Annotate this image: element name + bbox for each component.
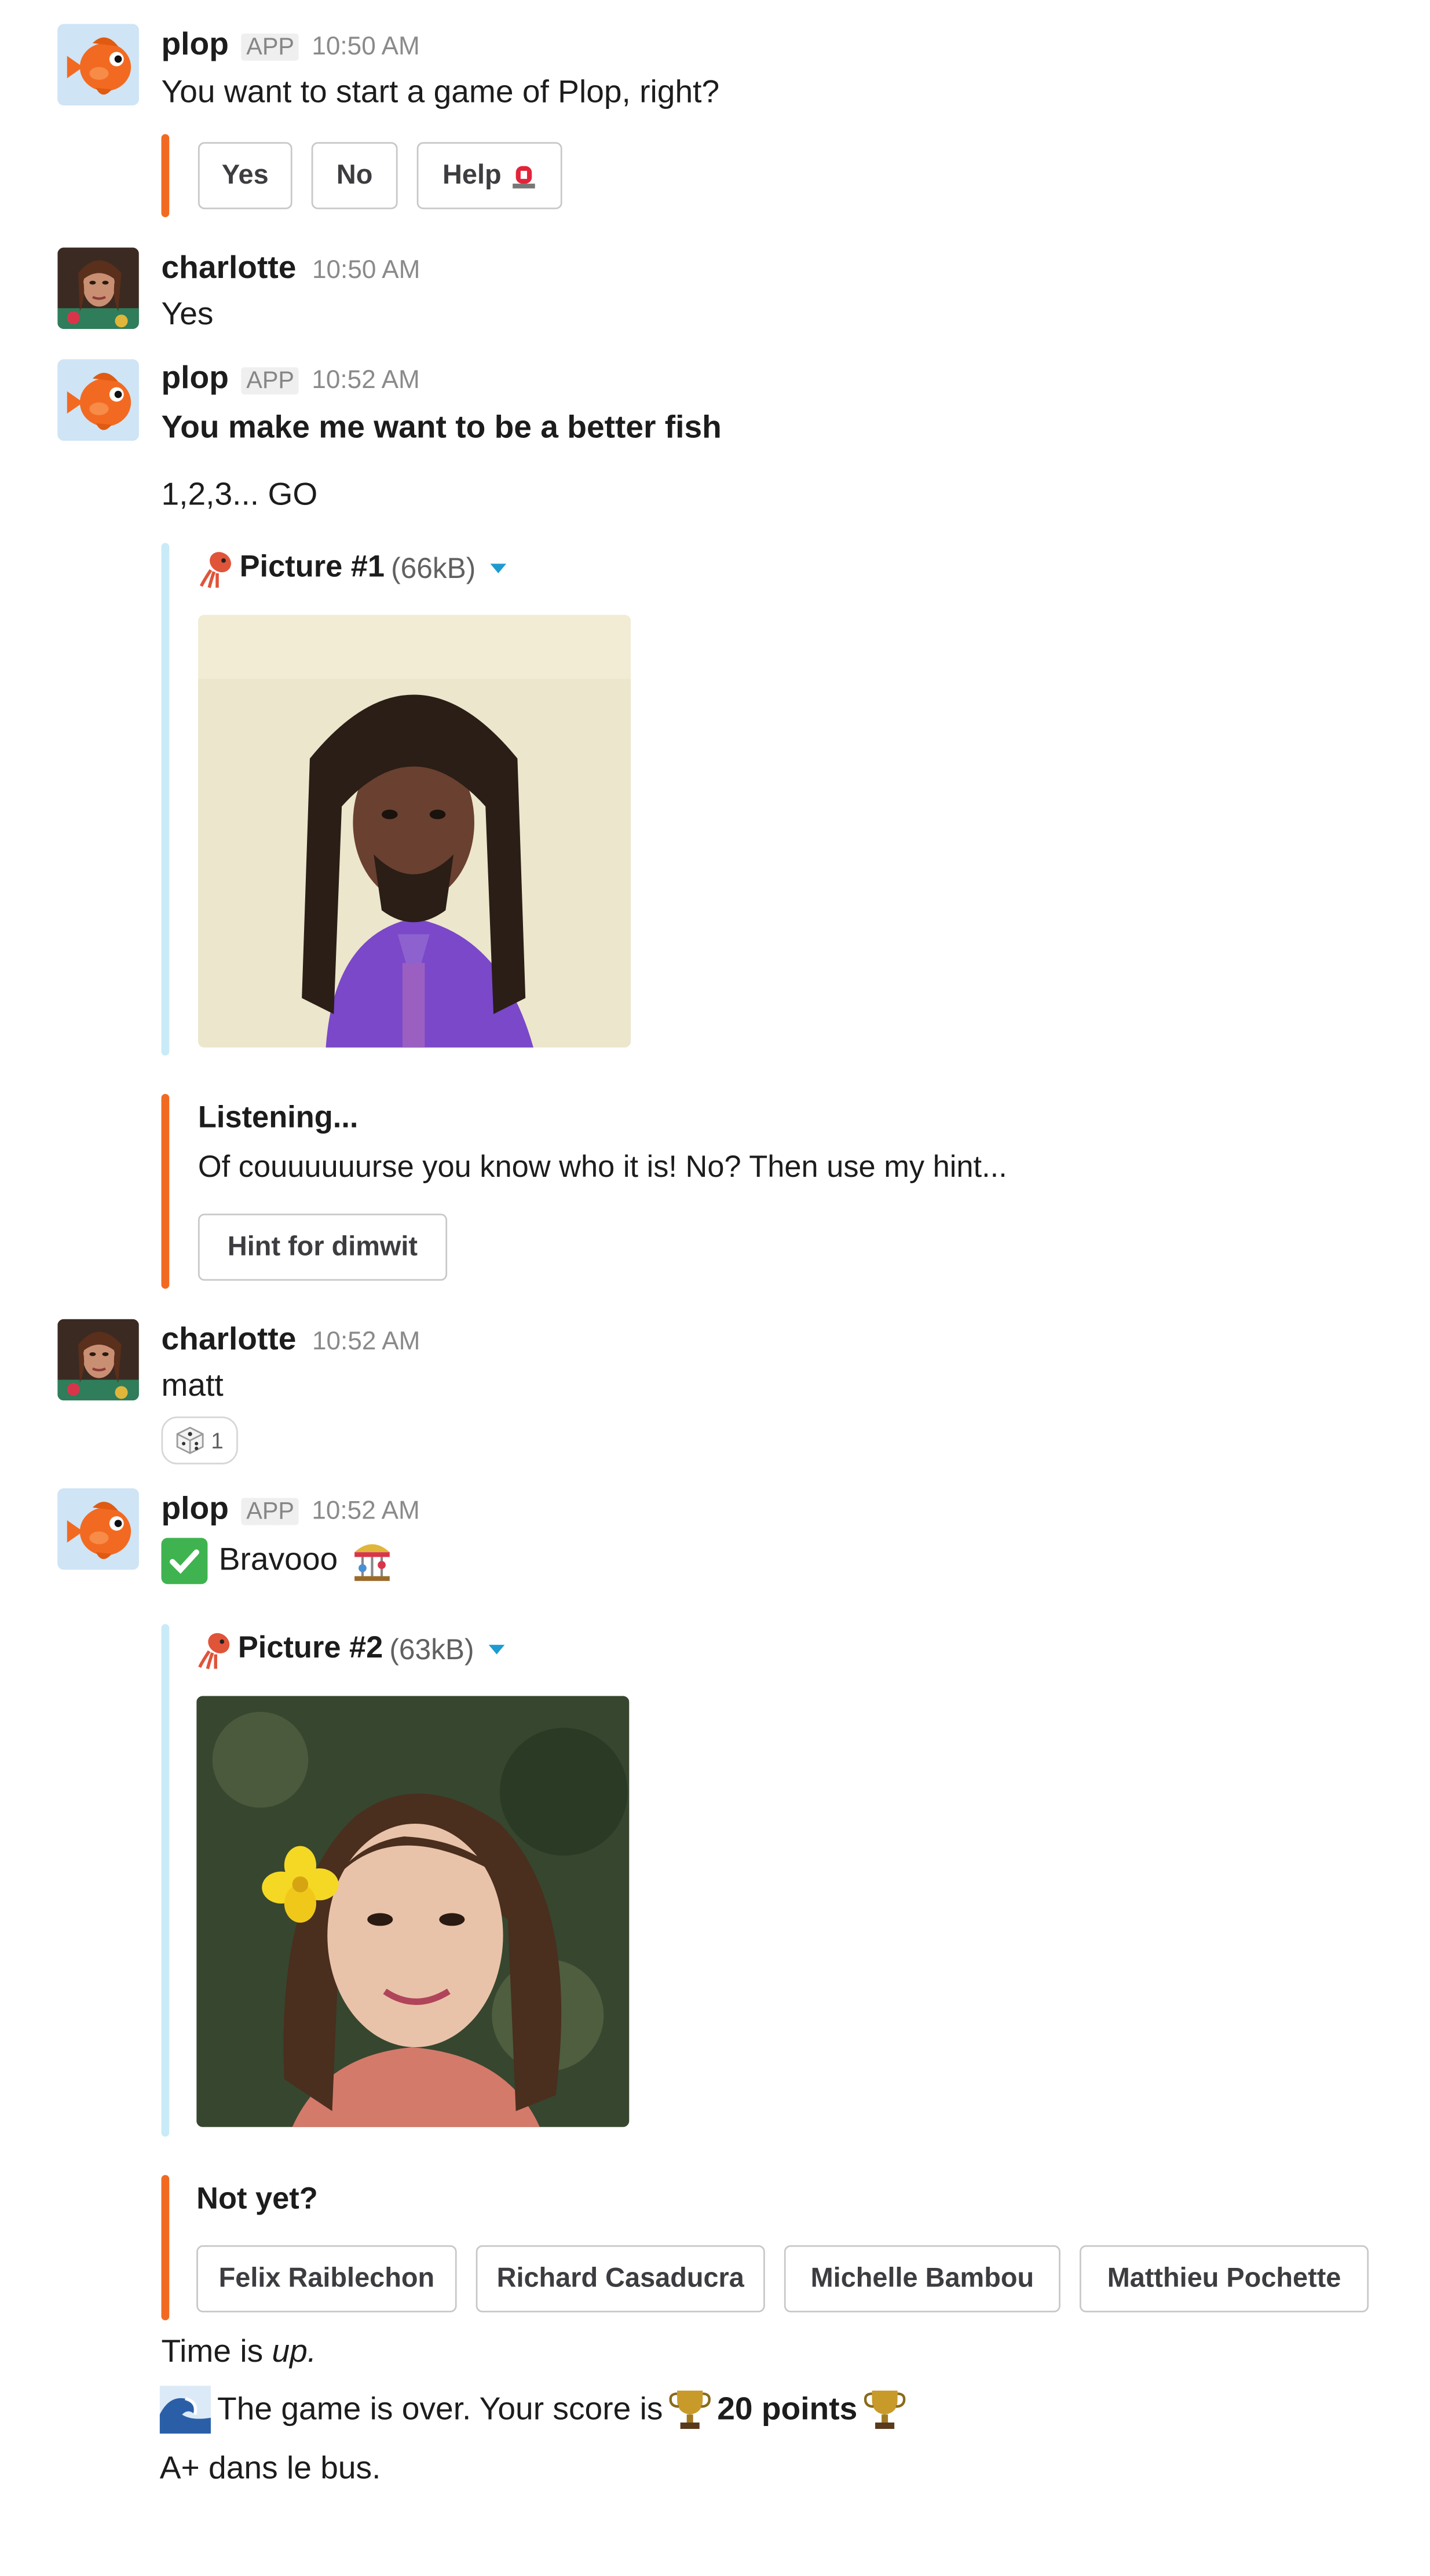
chevron-down-icon[interactable] [490, 564, 506, 573]
chevron-down-icon[interactable] [488, 1645, 504, 1655]
plop-avatar[interactable] [57, 24, 139, 105]
listening-title: Listening... [198, 1102, 359, 1136]
app-badge: APP [241, 1498, 299, 1525]
charlotte-photo [57, 1319, 139, 1401]
app-badge: APP [241, 367, 299, 395]
squid-icon [196, 1629, 232, 1671]
siren-icon [512, 166, 535, 189]
message-timestamp[interactable]: 10:52 AM [312, 1329, 420, 1357]
picture-title: Picture #1 [239, 551, 385, 585]
attachment-bar [161, 543, 170, 1056]
plop-avatar[interactable] [57, 359, 139, 441]
plop-avatar[interactable] [57, 1488, 139, 1570]
picture-size: (66kB) [391, 551, 476, 584]
message-timestamp[interactable]: 10:50 AM [312, 257, 420, 286]
not-yet-title: Not yet? [196, 2183, 318, 2217]
countdown-text: 1,2,3... GO [161, 477, 318, 513]
trophy-icon [669, 2386, 711, 2434]
time-up-text: up. [272, 2334, 317, 2370]
choice-button-matthieu[interactable]: Matthieu Pochette [1080, 2245, 1369, 2312]
charlotte-avatar[interactable] [57, 247, 139, 329]
sender-name[interactable]: charlotte [161, 251, 296, 287]
goldfish-avatar-icon [57, 24, 139, 105]
message-text: matt [161, 1368, 224, 1404]
message-header: plop APP 10:50 AM [161, 27, 419, 64]
game-over-text: The game is over. Your score is [217, 2391, 663, 2427]
message-text: You want to start a game of Plop, right? [161, 75, 720, 111]
message-header: plop APP 10:52 AM [161, 1491, 419, 1528]
choice-button-felix[interactable]: Felix Raiblechon [196, 2245, 457, 2312]
bravo-text: Bravooo [218, 1542, 338, 1577]
sender-name[interactable]: plop [161, 1491, 228, 1528]
charlotte-avatar[interactable] [57, 1319, 139, 1401]
picture-2-image[interactable] [196, 1696, 630, 2127]
reaction-pill[interactable]: 1 [161, 1416, 238, 1465]
white-check-mark-icon [161, 1536, 208, 1583]
trophy-icon [864, 2386, 905, 2434]
closing-text: A+ dans le bus. [159, 2451, 381, 2487]
time-is-text: Time is [161, 2334, 272, 2370]
hint-button[interactable]: Hint for dimwit [198, 1213, 448, 1281]
message-timestamp[interactable]: 10:52 AM [312, 367, 419, 396]
picture-title-row[interactable]: Picture #2 (63kB) [196, 1629, 504, 1671]
picture-title-row[interactable]: Picture #1 (66kB) [198, 548, 506, 590]
message-timestamp[interactable]: 10:52 AM [312, 1498, 419, 1527]
bravo-line: Bravooo [161, 1536, 393, 1585]
no-button[interactable]: No [311, 142, 398, 210]
sender-name[interactable]: charlotte [161, 1322, 296, 1359]
sender-name[interactable]: plop [161, 361, 228, 397]
wave-icon [159, 2385, 211, 2434]
reaction-count: 1 [211, 1428, 224, 1454]
message-text: Yes [161, 297, 214, 332]
picture-title: Picture #2 [237, 1632, 383, 1666]
message-header: charlotte 10:50 AM [161, 251, 420, 287]
attachment-accent-bar [161, 134, 170, 218]
picture-size: (63kB) [389, 1633, 474, 1665]
man-portrait-photo [198, 614, 631, 1048]
message-headline: You make me want to be a better fish [161, 410, 722, 446]
picture-1-image[interactable] [198, 614, 631, 1048]
message-header: plop APP 10:52 AM [161, 361, 419, 397]
sender-name[interactable]: plop [161, 27, 228, 64]
message-header: charlotte 10:52 AM [161, 1322, 420, 1359]
yes-button[interactable]: Yes [198, 142, 292, 210]
help-button[interactable]: Help [416, 142, 562, 210]
help-button-label: Help [442, 159, 502, 191]
attachment-accent-bar [161, 2175, 170, 2321]
carousel-icon [353, 1544, 389, 1581]
listening-text: Of couuuuuurse you know who it is! No? T… [198, 1151, 1007, 1185]
time-is-up-line: Time is up. [161, 2334, 316, 2371]
squid-icon [198, 548, 233, 590]
attachment-accent-bar [161, 1093, 170, 1289]
choice-button-michelle[interactable]: Michelle Bambou [784, 2245, 1060, 2312]
app-badge: APP [241, 33, 299, 61]
woman-portrait-photo [196, 1696, 630, 2127]
game-over-line: The game is over. Your score is 20 point… [159, 2385, 905, 2434]
choice-button-richard[interactable]: Richard Casaducra [476, 2245, 765, 2312]
goldfish-avatar-icon [57, 359, 139, 441]
dice-icon [176, 1426, 204, 1454]
attachment-bar [161, 1624, 170, 2137]
score-value: 20 points [717, 2391, 858, 2427]
message-timestamp[interactable]: 10:50 AM [312, 34, 419, 63]
charlotte-photo [57, 247, 139, 329]
goldfish-avatar-icon [57, 1488, 139, 1570]
